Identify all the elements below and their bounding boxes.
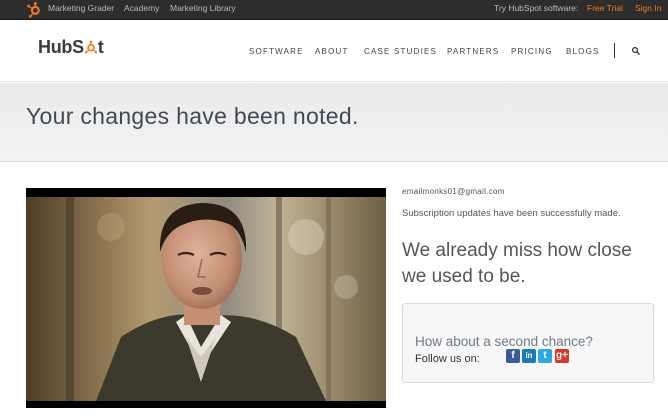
nav-blogs[interactable]: BLOGS xyxy=(566,47,600,56)
video-frame[interactable] xyxy=(26,197,386,401)
nav-about[interactable]: ABOUT xyxy=(315,47,349,56)
sprocket-icon[interactable] xyxy=(26,1,43,18)
video-player[interactable] xyxy=(26,188,386,408)
nav-divider xyxy=(614,43,615,58)
miss-you-heading: We already miss how close we used to be. xyxy=(402,238,662,290)
logo-sprocket-icon xyxy=(84,40,97,54)
follow-us-label: Follow us on: xyxy=(415,353,480,365)
logo-wordmark: HubS t xyxy=(38,37,104,58)
nav-software[interactable]: SOFTWARE xyxy=(249,47,304,56)
logo-text-b: t xyxy=(97,37,104,57)
page-title: Your changes have been noted. xyxy=(26,103,359,129)
hubspot-logo[interactable]: HubS t xyxy=(38,36,118,62)
subscriber-email: emailmonks01@gmail.com xyxy=(402,187,505,196)
miss-you-line-1: We already miss how close xyxy=(402,240,632,261)
topbar-link-academy[interactable]: Academy xyxy=(124,3,159,13)
site-header: HubS t SOFTWARE ABOUT CASE STUDIES PARTN… xyxy=(0,20,668,82)
nav-case-studies[interactable]: CASE STUDIES xyxy=(364,47,437,56)
video-still-image xyxy=(26,197,386,401)
second-chance-question: How about a second chance? xyxy=(415,334,593,349)
miss-you-line-2: we used to be. xyxy=(402,266,526,287)
twitter-icon[interactable]: t xyxy=(538,349,552,363)
confirmation-banner: Your changes have been noted. xyxy=(0,83,668,162)
topbar-link-marketing-library[interactable]: Marketing Library xyxy=(170,3,236,13)
googleplus-icon[interactable]: g+ xyxy=(555,349,569,363)
linkedin-icon[interactable]: in xyxy=(522,349,536,363)
nav-partners[interactable]: PARTNERS xyxy=(447,47,499,56)
success-message: Subscription updates have been successfu… xyxy=(402,208,621,219)
free-trial-link[interactable]: Free Trial xyxy=(587,3,623,13)
logo-text-a: HubS xyxy=(38,37,84,57)
facebook-icon[interactable]: f xyxy=(506,349,520,363)
top-bar: Marketing Grader Academy Marketing Libra… xyxy=(0,0,668,20)
sign-in-link[interactable]: Sign In xyxy=(635,3,661,13)
try-software-label: Try HubSpot software: xyxy=(494,3,579,13)
topbar-link-marketing-grader[interactable]: Marketing Grader xyxy=(48,3,114,13)
second-chance-box: How about a second chance? Follow us on:… xyxy=(402,303,654,383)
search-icon[interactable] xyxy=(631,46,641,56)
nav-pricing[interactable]: PRICING xyxy=(511,47,553,56)
